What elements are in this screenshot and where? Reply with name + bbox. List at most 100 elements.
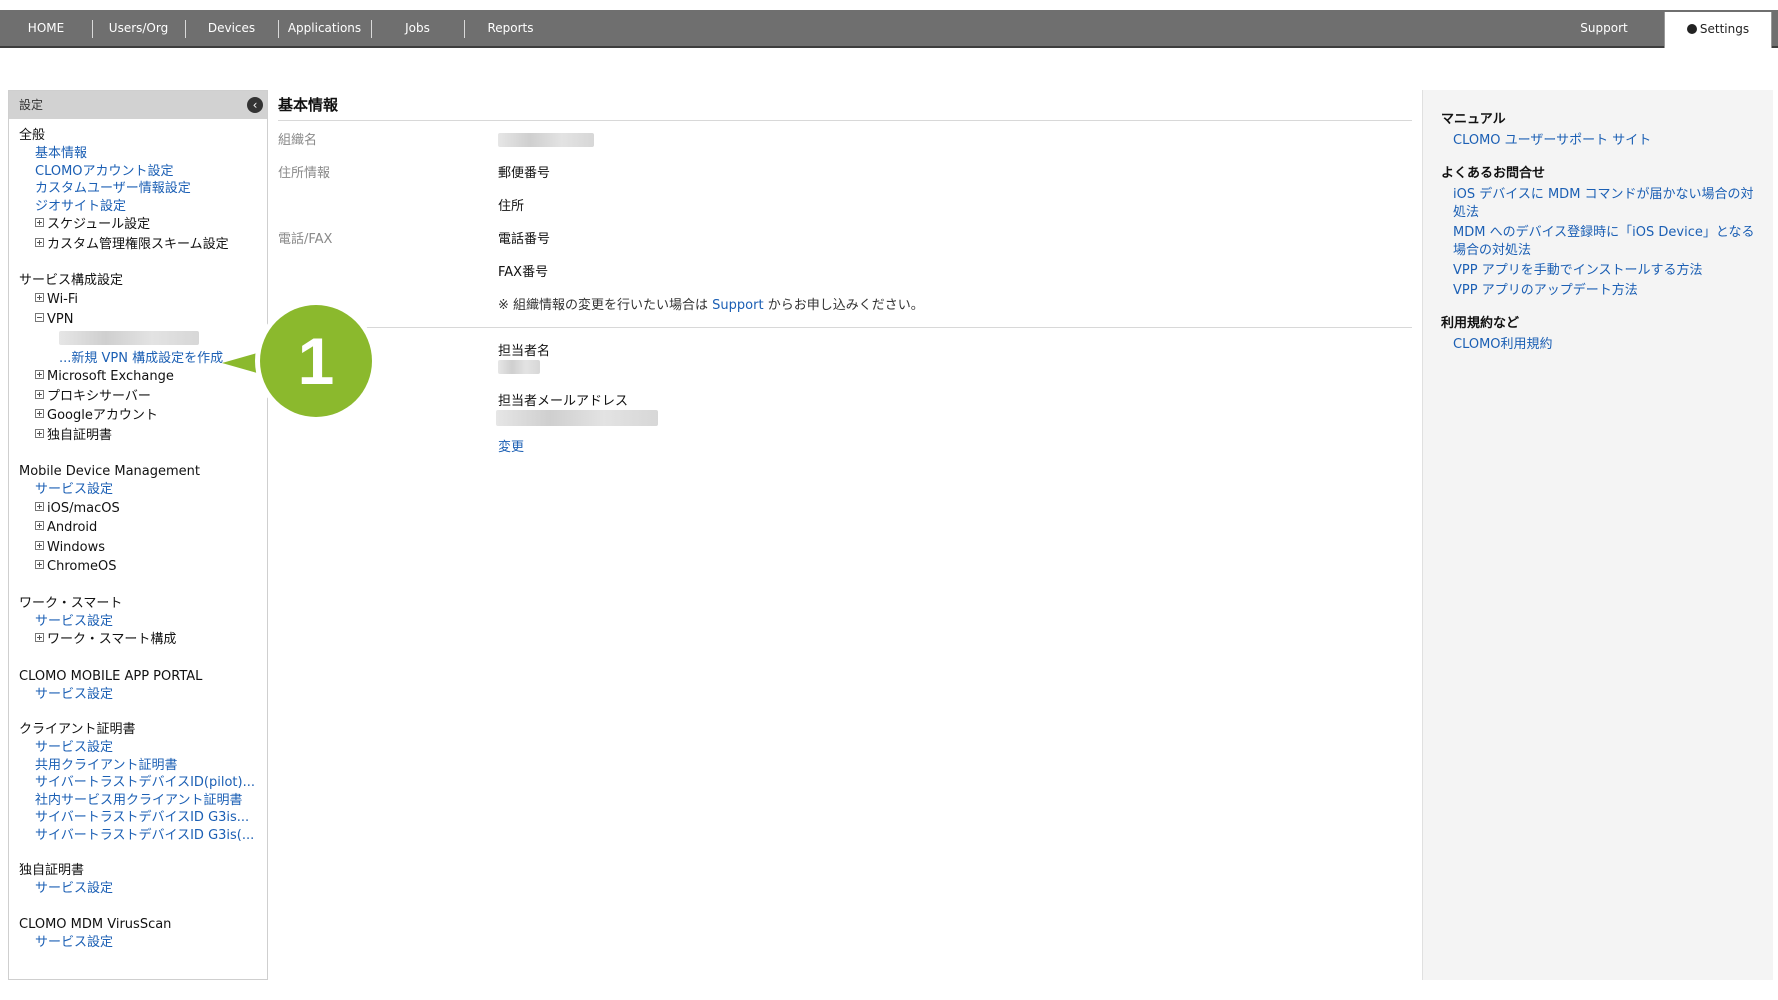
contact-email-label: 担当者メールアドレス [498,394,629,409]
expand-icon [35,540,44,550]
sidebar-link-internal-client-cert[interactable]: 社内サービス用クライアント証明書 [19,792,257,810]
collapse-icon [35,312,44,322]
tree-item-schedule[interactable]: スケジュール設定 [19,215,257,235]
sidebar-link-cybertrust-pilot[interactable]: サイバートラストデバイスID(pilot)... [19,774,257,792]
collapse-sidebar-icon[interactable]: ‹ [247,97,263,113]
expand-icon [35,521,44,530]
sidebar-link-clomo-account[interactable]: CLOMOアカウント設定 [19,163,257,181]
nav-jobs[interactable]: Jobs [371,10,464,46]
tree-item-custom-admin-scheme[interactable]: カスタム管理権限スキーム設定 [19,235,257,255]
tree-item-android[interactable]: Android [19,518,257,538]
fax-row: FAX番号 [278,253,1412,286]
section-divider [278,327,1412,328]
expand-icon [35,237,44,247]
sidebar-link-work-service-settings[interactable]: サービス設定 [19,613,257,631]
manual-title: マニュアル [1441,112,1506,127]
nav-right-group: Support Settings [1544,10,1778,48]
sidebar-link-cybertrust-g3is-2[interactable]: サイバートラストデバイスID G3is(... [19,827,257,845]
phone-row: 電話/FAX 電話番号 [278,220,1412,253]
tree-item-label: プロキシサーバー [47,388,151,404]
tree-item-work-smart-config[interactable]: ワーク・スマート構成 [19,630,257,650]
section-mdm: Mobile Device Management サービス設定 iOS/macO… [19,463,257,577]
expand-icon [35,370,44,379]
faq-link-mdm-command[interactable]: iOS デバイスに MDM コマンドが届かない場合の対処法 [1441,186,1755,222]
nav-settings-tab[interactable]: Settings [1664,12,1772,48]
settings-sidebar: 設定 ‹ 全般 基本情報 CLOMOアカウント設定 カスタムユーザー情報設定 ジ… [8,90,268,980]
expand-icon [35,409,44,418]
tree-item-label: VPN [47,311,74,327]
tree-item-own-cert[interactable]: 独自証明書 [19,426,257,446]
section-title: CLOMO MOBILE APP PORTAL [19,668,203,684]
terms-title: 利用規約など [1441,316,1520,331]
user-support-site-link[interactable]: CLOMO ユーザーサポート サイト [1441,132,1755,150]
top-navigation-bar: HOME Users/Org Devices Applications Jobs… [0,10,1778,48]
address-info-label: 住所情報 [278,166,331,181]
address-row: 住所 [278,187,1412,220]
tree-item-label: iOS/macOS [47,500,120,516]
sidebar-link-custom-user-info[interactable]: カスタムユーザー情報設定 [19,180,257,198]
section-title: ワーク・スマート [19,595,123,611]
contact-block: 担当者名 担当者メールアドレス 変更 [278,336,1412,455]
redacted-org-name [498,133,594,147]
section-title: クライアント証明書 [19,722,136,737]
nav-reports[interactable]: Reports [464,10,557,46]
org-name-label: 組織名 [278,133,318,148]
tree-item-ios-macos[interactable]: iOS/macOS [19,499,257,519]
faq-link-vpp-install[interactable]: VPP アプリを手動でインストールする方法 [1441,262,1755,280]
expand-icon [35,389,44,399]
nav-home[interactable]: HOME [0,10,92,46]
sidebar-link-geosite[interactable]: ジオサイト設定 [19,198,257,216]
step-callout-badge: 1 [222,300,377,422]
redacted-contact-name [498,360,540,374]
address-label: 住所 [498,199,525,214]
fax-number-label: FAX番号 [498,265,549,280]
tree-item-label: 独自証明書 [47,427,113,443]
nav-applications[interactable]: Applications [278,10,371,46]
tree-item-chromeos[interactable]: ChromeOS [19,557,257,577]
note-prefix: ※ 組織情報の変更を行いたい場合は [498,298,713,313]
section-client-cert: クライアント証明書 サービス設定 共用クライアント証明書 サイバートラストデバイ… [19,721,257,844]
sidebar-link-client-cert-service-settings[interactable]: サービス設定 [19,739,257,757]
tree-item-label: スケジュール設定 [47,217,151,232]
section-title: 全般 [19,128,46,143]
nav-users-org[interactable]: Users/Org [92,10,185,46]
new-vpn-config-link[interactable]: ...新規 VPN 構成設定を作成 [59,351,223,366]
sidebar-link-portal-service-settings[interactable]: サービス設定 [19,686,257,704]
terms-link[interactable]: CLOMO利用規約 [1441,336,1755,354]
section-title: 独自証明書 [19,863,85,878]
section-general: 全般 基本情報 CLOMOアカウント設定 カスタムユーザー情報設定 ジオサイト設… [19,127,257,254]
tree-item-label: Windows [47,539,106,555]
gear-icon [1686,24,1697,34]
expand-icon [35,428,44,438]
support-note: ※ 組織情報の変更を行いたい場合は Support からお申し込みください。 [498,294,924,313]
note-suffix: からお申し込みください。 [763,298,924,313]
redacted-contact-email [496,410,658,426]
faq-title: よくあるお問合せ [1441,166,1546,181]
expand-icon [35,633,44,642]
nav-settings-label: Settings [1699,22,1750,36]
tree-item-label: Googleアカウント [47,408,158,423]
tree-item-label: Wi-Fi [47,292,79,307]
section-title: CLOMO MDM VirusScan [19,916,172,932]
expand-icon [35,501,44,511]
tree-item-label: ワーク・スマート構成 [47,632,177,647]
sidebar-link-virusscan-service-settings[interactable]: サービス設定 [19,934,257,952]
faq-link-vpp-update[interactable]: VPP アプリのアップデート方法 [1441,282,1755,300]
tree-item-windows[interactable]: Windows [19,538,257,558]
postal-row: 住所情報 郵便番号 [278,154,1412,187]
sidebar-link-mdm-service-settings[interactable]: サービス設定 [19,481,257,499]
note-row: ※ 組織情報の変更を行いたい場合は Support からお申し込みください。 [278,286,1412,319]
contact-name-label: 担当者名 [498,344,551,359]
sidebar-link-shared-client-cert[interactable]: 共用クライアント証明書 [19,757,257,775]
change-link[interactable]: 変更 [498,436,524,455]
nav-support[interactable]: Support [1544,10,1664,46]
main-nav: HOME Users/Org Devices Applications Jobs… [0,10,557,46]
faq-link-ios-device[interactable]: MDM へのデバイス登録時に「iOS Device」となる場合の対処法 [1441,224,1755,260]
tree-item-label: ChromeOS [47,559,117,574]
sidebar-link-basic-info[interactable]: 基本情報 [19,145,257,163]
nav-devices[interactable]: Devices [185,10,278,46]
sidebar-header: 設定 ‹ [9,91,267,119]
sidebar-link-cybertrust-g3is[interactable]: サイバートラストデバイスID G3is... [19,809,257,827]
support-link[interactable]: Support [712,298,763,313]
sidebar-link-own-cert-service-settings[interactable]: サービス設定 [19,880,257,898]
